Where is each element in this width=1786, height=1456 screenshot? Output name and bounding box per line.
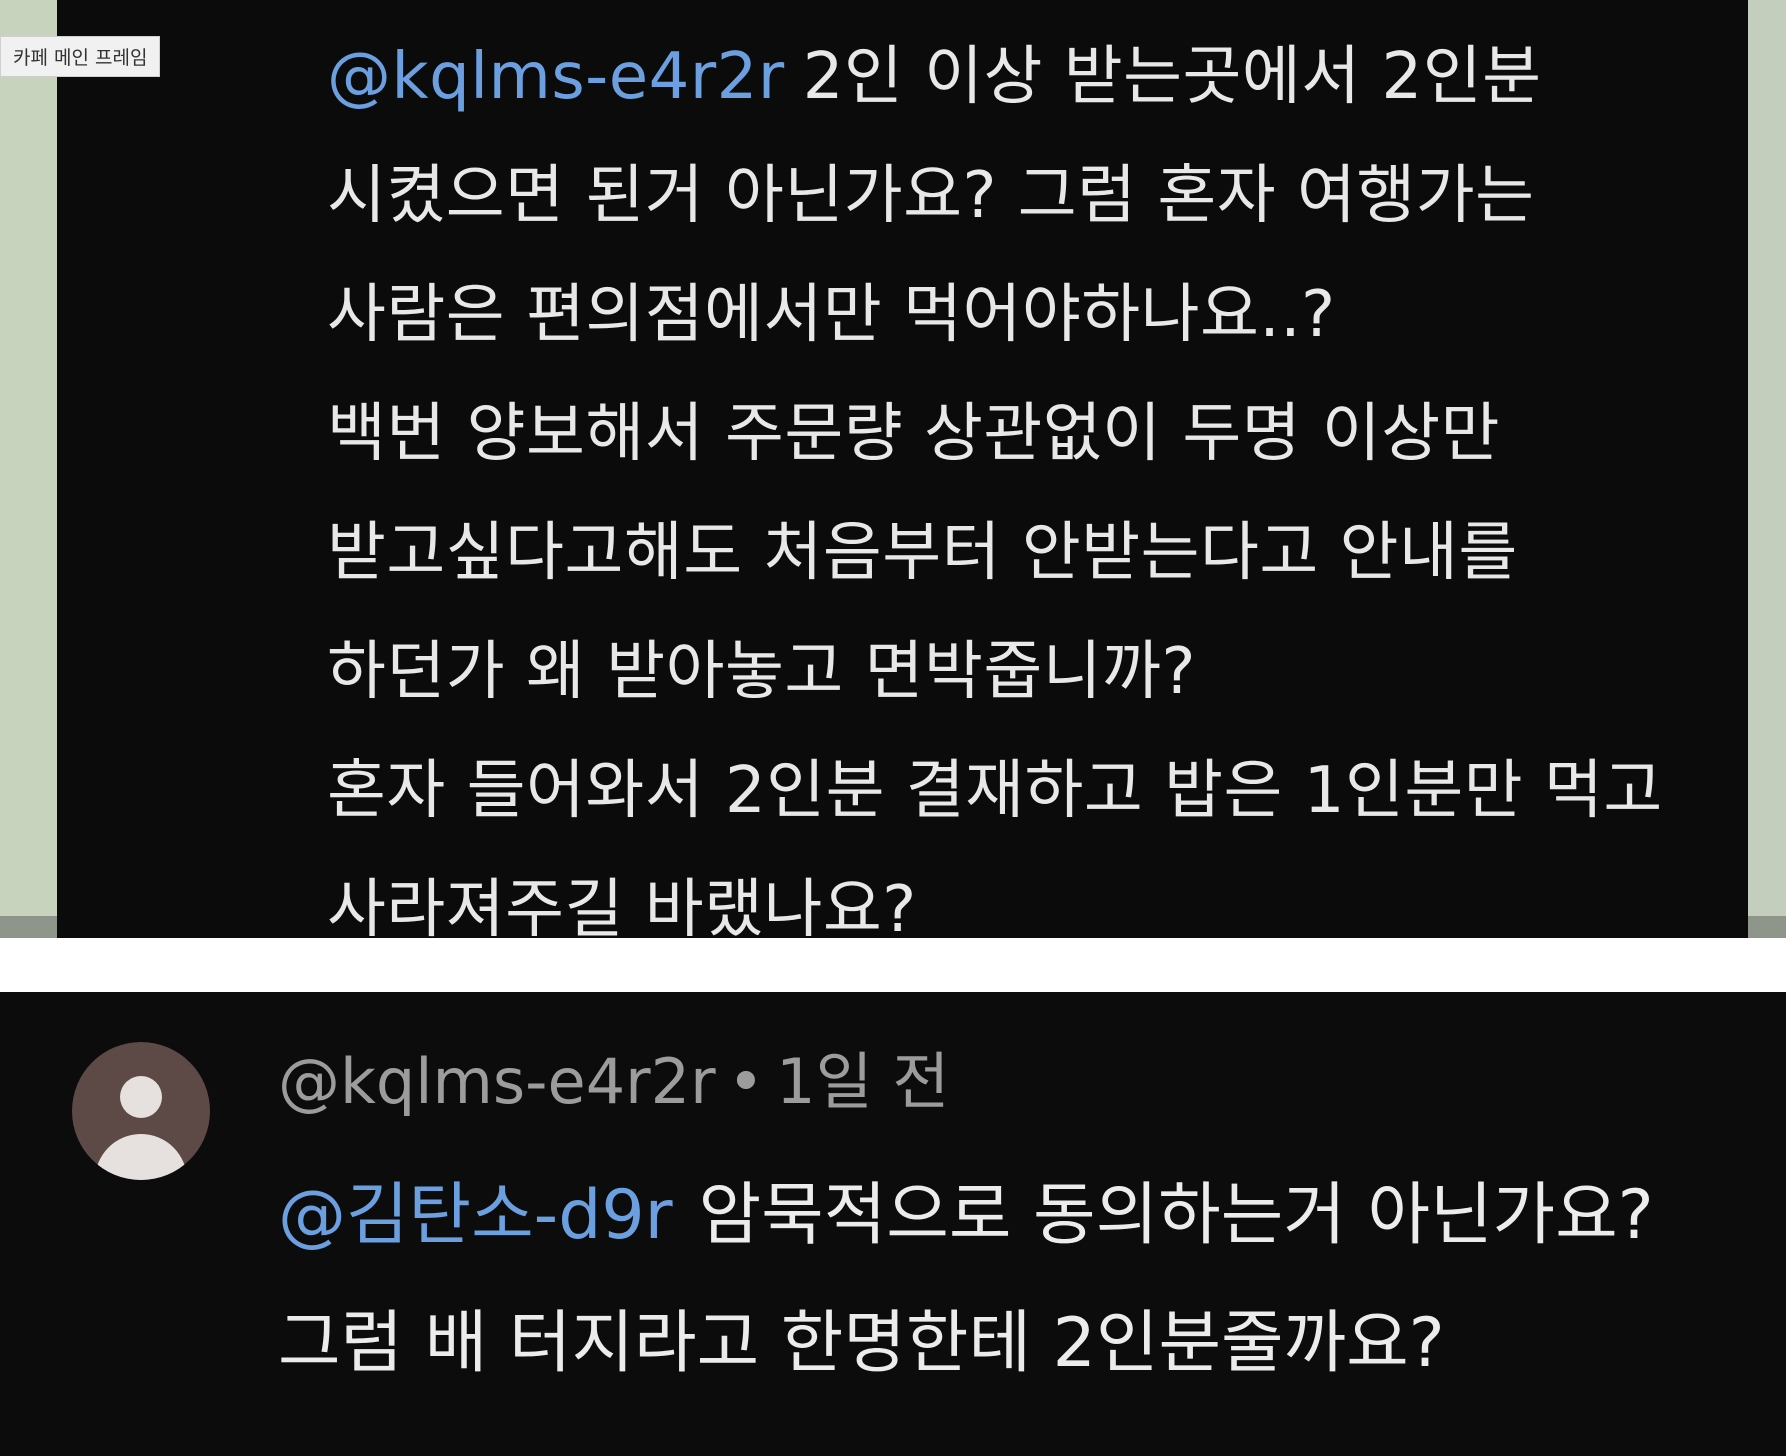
top-reply-line: 사람은 편의점에서만 먹어야하나요..? (327, 278, 1336, 352)
top-reply-line: 백번 양보해서 주문량 상관없이 두명 이상만 (327, 397, 1501, 471)
comment-author[interactable]: @kqlms-e4r2r (278, 1045, 716, 1118)
comment-line: @김탄소-d9r 암묵적으로 동의하는거 아닌가요? (278, 1176, 1654, 1255)
top-reply-text: @kqlms-e4r2r 2인 이상 받는곳에서 2인분 시켰으면 된거 아닌가요… (327, 18, 1737, 938)
mention-link[interactable]: @kqlms-e4r2r (327, 40, 785, 114)
panel-divider (0, 938, 1786, 992)
avatar-icon[interactable] (72, 1042, 210, 1180)
top-reply-line: @kqlms-e4r2r 2인 이상 받는곳에서 2인분 (327, 40, 1542, 114)
meta-separator: • (727, 1045, 765, 1118)
bottom-reply-panel: @kqlms-e4r2r • 1일 전 @김탄소-d9r 암묵적으로 동의하는거 아닌… (0, 992, 1786, 1456)
top-reply-line: 하던가 왜 받아놓고 면박줍니까? (327, 635, 1196, 709)
comment-meta: @kqlms-e4r2r • 1일 전 (278, 1032, 949, 1132)
top-reply-line: 받고싶다고해도 처음부터 안받는다고 안내를 (327, 516, 1518, 590)
mention-link[interactable]: @김탄소-d9r (278, 1176, 673, 1255)
comment-time: 1일 전 (776, 1045, 950, 1118)
top-reply-line: 사라져주길 바랬나요? (327, 873, 917, 938)
comment-line: 그럼 배 터지라고 한명한테 2인분줄까요? (278, 1304, 1445, 1383)
top-screenshot-panel: @kqlms-e4r2r 2인 이상 받는곳에서 2인분 시켰으면 된거 아닌가요… (0, 0, 1786, 938)
comment-body: @김탄소-d9r 암묵적으로 동의하는거 아닌가요? 그럼 배 터지라고 한명한테… (278, 1152, 1786, 1408)
avatar-body (95, 1134, 187, 1180)
top-reply-screen: @kqlms-e4r2r 2인 이상 받는곳에서 2인분 시켰으면 된거 아닌가요… (57, 0, 1748, 938)
top-reply-line: 시켰으면 된거 아닌가요? 그럼 혼자 여행가는 (327, 159, 1535, 233)
avatar-head (120, 1076, 162, 1118)
frame-tooltip: 카페 메인 프레임 (0, 36, 161, 77)
top-reply-line: 혼자 들어와서 2인분 결재하고 밥은 1인분만 먹고 (327, 754, 1663, 828)
device-right-edge (1748, 0, 1786, 938)
